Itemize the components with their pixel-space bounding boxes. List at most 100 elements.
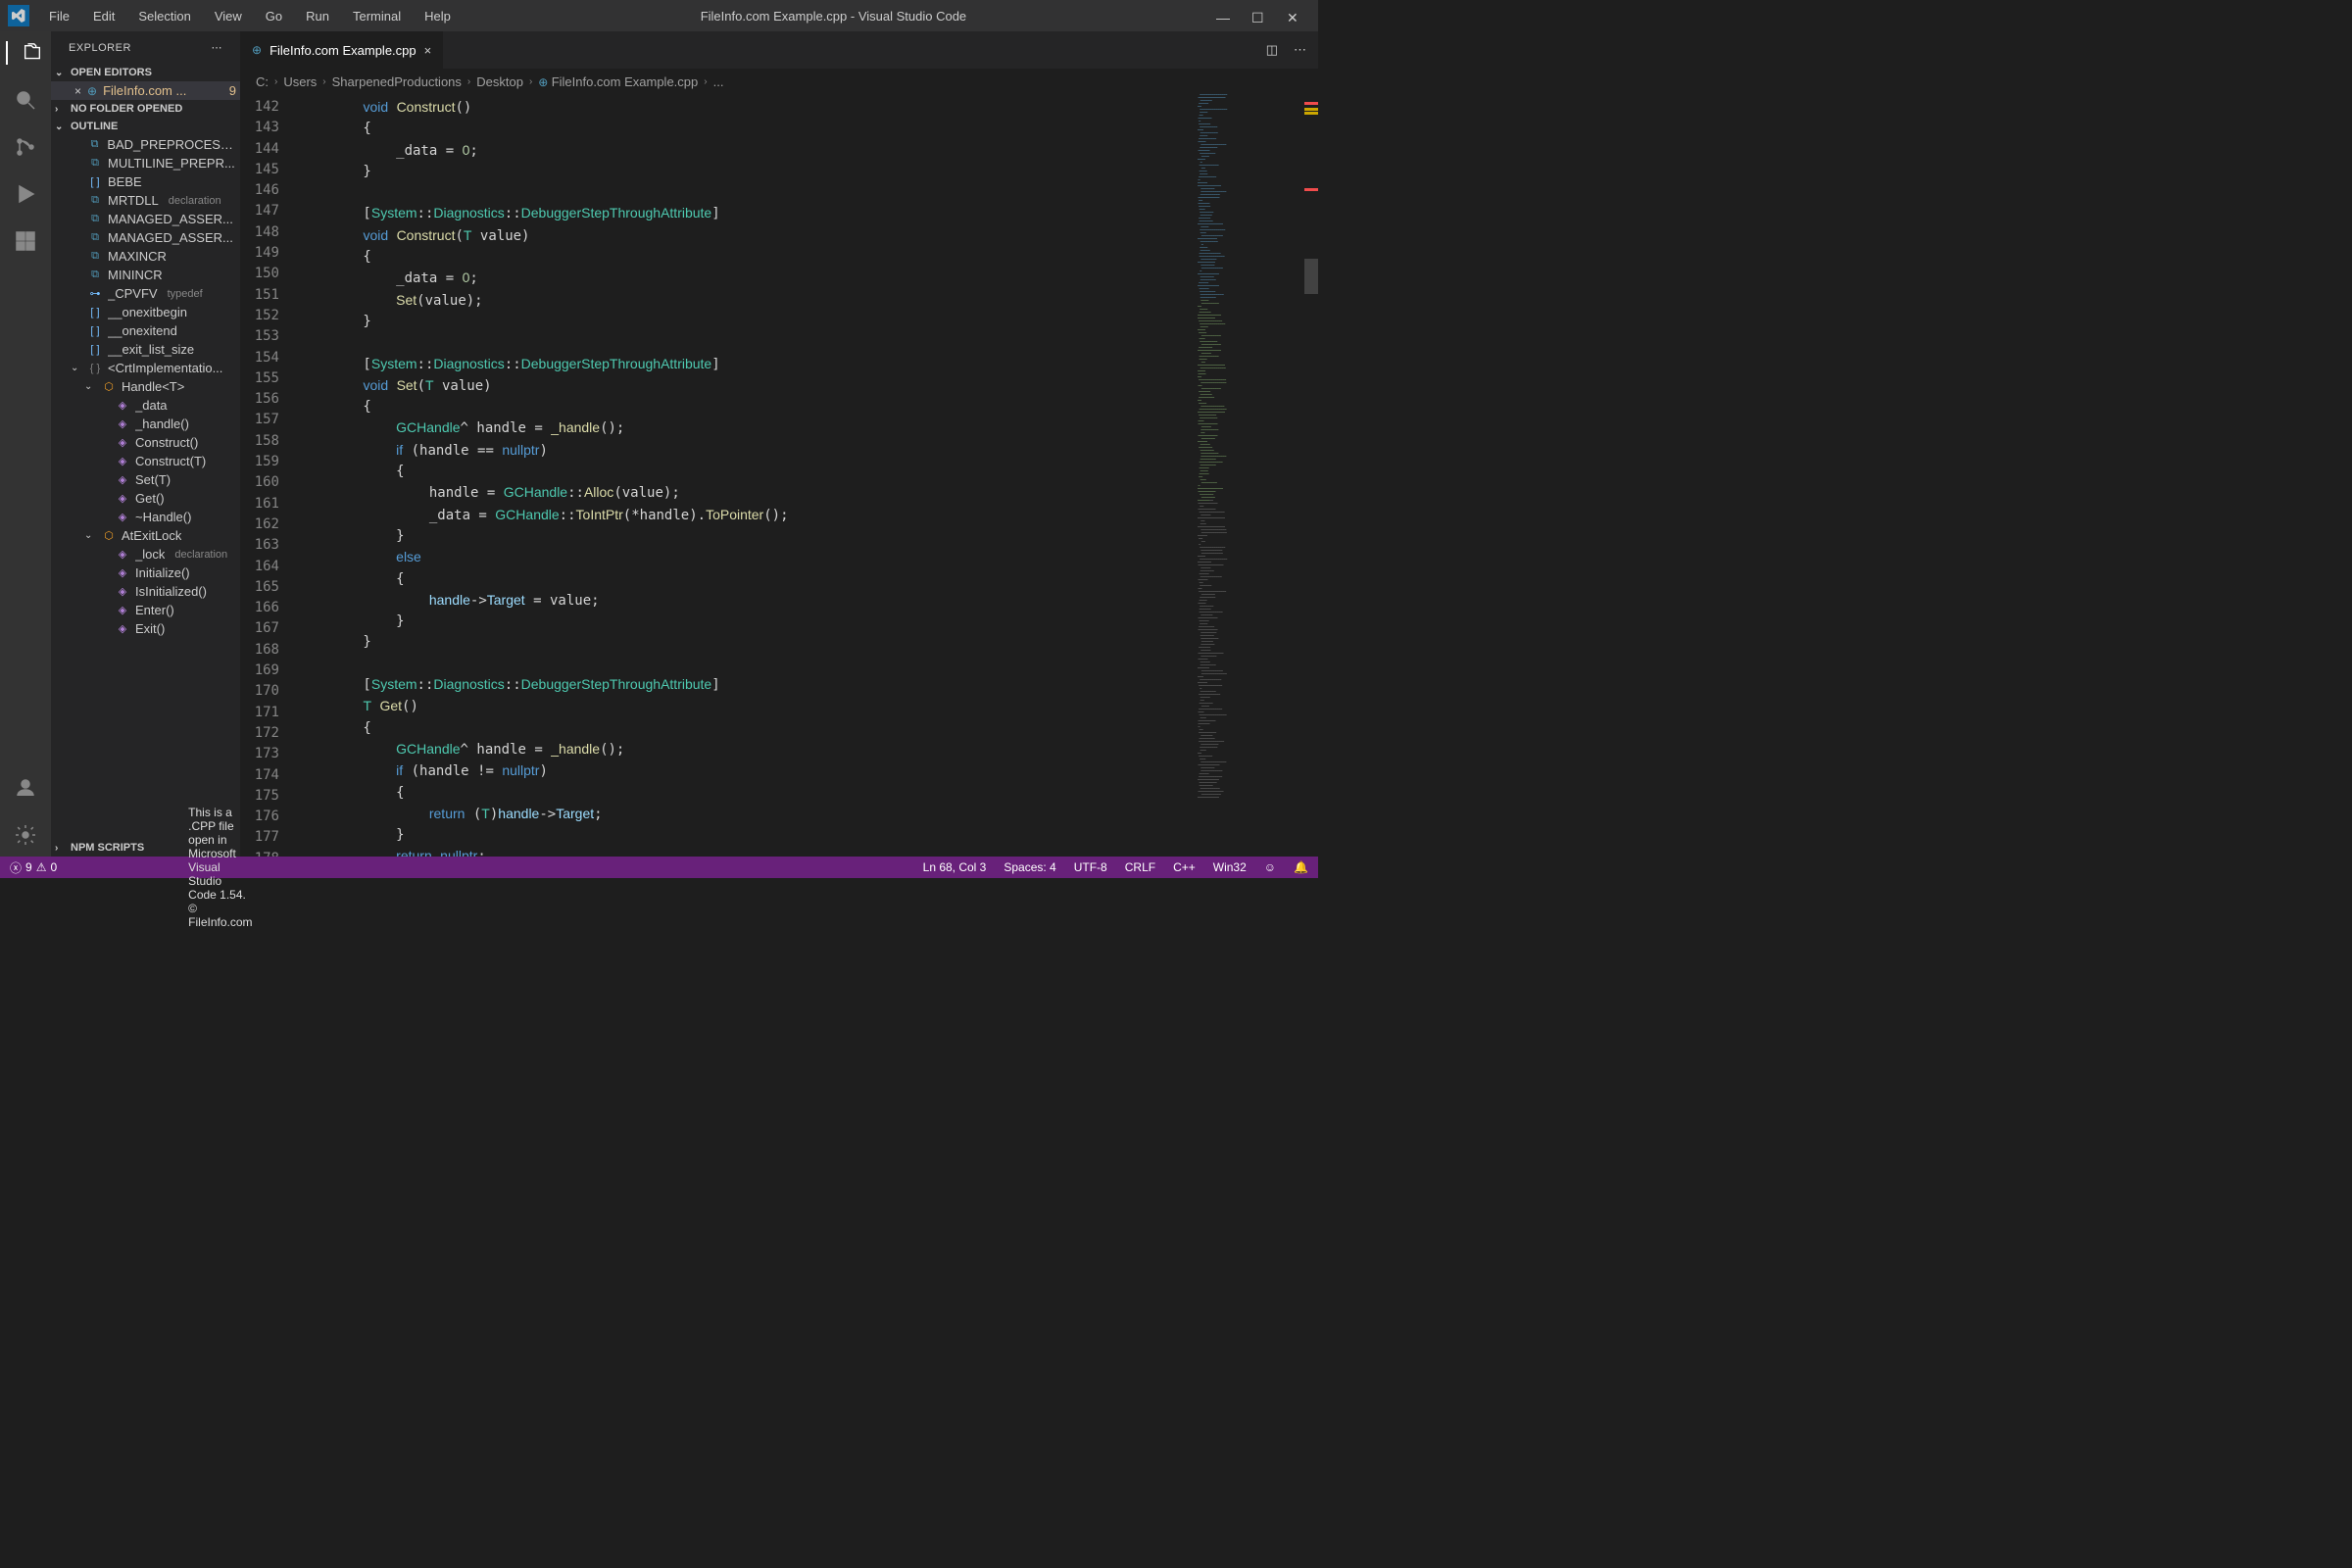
outline-item[interactable]: ◈~Handle() <box>51 508 240 526</box>
breadcrumb-item[interactable]: ⊕ FileInfo.com Example.cpp <box>538 74 698 89</box>
minimap-slider[interactable] <box>1304 259 1318 294</box>
sidebar: EXPLORER ⋯ ⌄OPEN EDITORS × ⊕ FileInfo.co… <box>51 31 240 857</box>
status-item[interactable]: Spaces: 4 <box>1004 860 1055 874</box>
meth-icon: ◈ <box>116 604 129 617</box>
run-debug-icon[interactable] <box>14 182 37 206</box>
settings-icon[interactable] <box>14 823 37 847</box>
status-item[interactable]: CRLF <box>1125 860 1155 874</box>
breadcrumb-item[interactable]: ... <box>713 74 724 89</box>
outline-item[interactable]: ⧉MANAGED_ASSER... <box>51 228 240 247</box>
outline-item[interactable]: ⊶_CPVFVtypedef <box>51 284 240 303</box>
outline-item[interactable]: ⌄⬡AtExitLock <box>51 526 240 545</box>
explorer-icon[interactable] <box>6 41 43 65</box>
outline-label: BEBE <box>108 174 142 189</box>
breadcrumb-item[interactable]: Desktop <box>476 74 523 89</box>
maximize-button[interactable]: ☐ <box>1251 10 1263 22</box>
outline-item[interactable]: ◈ IsInitialized() <box>51 582 240 601</box>
status-errors[interactable]: ⓧ9 ⚠0 <box>10 859 57 876</box>
outline-item[interactable]: ◈Construct(T) <box>51 452 240 470</box>
menu-terminal[interactable]: Terminal <box>341 5 413 27</box>
source-control-icon[interactable] <box>14 135 37 159</box>
meth-icon: ◈ <box>116 622 129 636</box>
status-item[interactable]: Ln 68, Col 3 <box>923 860 987 874</box>
status-message: This is a .CPP file open in Microsoft Vi… <box>188 806 252 929</box>
meth-icon: ◈ <box>116 585 129 599</box>
cpp-file-icon: ⊕ <box>252 43 262 57</box>
tab-close-icon[interactable]: × <box>424 43 432 58</box>
var-icon: [ ] <box>88 306 102 319</box>
outline-item[interactable]: [ ]__onexitbegin <box>51 303 240 321</box>
outline-item[interactable]: ⧉MRTDLLdeclaration <box>51 191 240 210</box>
outline-item[interactable]: ⧉MULTILINE_PREPR... <box>51 154 240 172</box>
outline-item[interactable]: ⧉BAD_PREPROCESS... <box>51 135 240 154</box>
def-icon: ⧉ <box>88 138 102 152</box>
split-editor-icon[interactable]: ◫ <box>1266 42 1278 58</box>
outline-item[interactable]: ⧉MININCR <box>51 266 240 284</box>
ns-icon: { } <box>88 362 102 375</box>
outline-item[interactable]: ◈Initialize() <box>51 564 240 582</box>
no-folder-header[interactable]: ›NO FOLDER OPENED <box>51 100 240 118</box>
open-editors-header[interactable]: ⌄OPEN EDITORS <box>51 64 240 81</box>
breadcrumb-item[interactable]: Users <box>283 74 317 89</box>
outline-item[interactable]: ⧉MAXINCR <box>51 247 240 266</box>
meth-icon: ◈ <box>116 399 129 413</box>
menu-view[interactable]: View <box>203 5 254 27</box>
menu-go[interactable]: Go <box>254 5 294 27</box>
breadcrumb-item[interactable]: C: <box>256 74 269 89</box>
outline-label: IsInitialized() <box>135 584 207 599</box>
search-icon[interactable] <box>14 88 37 112</box>
outline-label: _data <box>135 398 168 413</box>
outline-item[interactable]: ⧉ MANAGED_ASSER... <box>51 210 240 228</box>
status-item[interactable]: Win32 <box>1213 860 1247 874</box>
outline-item[interactable]: [ ] __onexitend <box>51 321 240 340</box>
line-gutter: 142 143 144 145 146 147 148 149 150 151 … <box>240 94 297 857</box>
outline-label: __onexitend <box>108 323 177 338</box>
outline-item[interactable]: ◈Exit() <box>51 619 240 638</box>
minimap[interactable]: ▬▬▬▬▬▬▬▬▬▬▬▬▬▬ ▬▬▬▬▬▬▬▬▬▬▬▬▬▬ ▬▬▬▬▬▬ ▬▬▬… <box>1193 94 1318 857</box>
var-icon: [ ] <box>88 324 102 338</box>
menu-file[interactable]: File <box>37 5 81 27</box>
accounts-icon[interactable] <box>14 776 37 800</box>
menu-help[interactable]: Help <box>413 5 463 27</box>
close-icon[interactable]: × <box>74 84 81 98</box>
breadcrumb[interactable]: C:›Users›SharpenedProductions›Desktop›⊕ … <box>240 69 1318 94</box>
menu-edit[interactable]: Edit <box>81 5 126 27</box>
notifications-icon[interactable]: 🔔 <box>1294 860 1308 874</box>
more-icon[interactable]: ⋯ <box>212 41 223 54</box>
outline-item[interactable]: ◈_handle() <box>51 415 240 433</box>
outline-item[interactable]: ⌄⬡Handle<T> <box>51 377 240 396</box>
def-icon: ⧉ <box>88 213 102 226</box>
minimize-button[interactable]: — <box>1216 10 1228 22</box>
status-item[interactable]: UTF-8 <box>1074 860 1107 874</box>
meth-icon: ◈ <box>116 548 129 562</box>
meth-icon: ◈ <box>116 436 129 450</box>
editor-area: ⊕ FileInfo.com Example.cpp × ◫ ⋯ C:›User… <box>240 31 1318 857</box>
outline-item[interactable]: ⌄{ }<CrtImplementatio... <box>51 359 240 377</box>
outline-item[interactable]: ◈Get() <box>51 489 240 508</box>
tab-active[interactable]: ⊕ FileInfo.com Example.cpp × <box>240 31 444 69</box>
def-icon: ⧉ <box>88 250 102 264</box>
outline-item[interactable]: ◈ _data <box>51 396 240 415</box>
outline-header[interactable]: ⌄OUTLINE <box>51 118 240 135</box>
outline-label: MANAGED_ASSER... <box>108 212 233 226</box>
outline-item[interactable]: ◈Set(T) <box>51 470 240 489</box>
editor-content[interactable]: void Construct() { _data = 0; } [System:… <box>297 94 1193 857</box>
open-editor-item[interactable]: × ⊕ FileInfo.com ... 9 <box>51 81 240 100</box>
tab-label: FileInfo.com Example.cpp <box>270 43 416 58</box>
outline-label: Construct() <box>135 435 198 450</box>
menu-run[interactable]: Run <box>294 5 341 27</box>
breadcrumb-item[interactable]: SharpenedProductions <box>332 74 462 89</box>
outline-item[interactable]: ◈Enter() <box>51 601 240 619</box>
outline-item[interactable]: [ ]BEBE <box>51 172 240 191</box>
status-item[interactable]: C++ <box>1173 860 1196 874</box>
outline-item[interactable]: [ ]__exit_list_size <box>51 340 240 359</box>
close-button[interactable]: ✕ <box>1287 10 1298 22</box>
outline-label: MININCR <box>108 268 163 282</box>
outline-item[interactable]: ◈ Construct() <box>51 433 240 452</box>
feedback-icon[interactable]: ☺ <box>1264 860 1276 874</box>
extensions-icon[interactable] <box>14 229 37 253</box>
menu-selection[interactable]: Selection <box>126 5 202 27</box>
outline-item[interactable]: ◈_lockdeclaration <box>51 545 240 564</box>
outline-label: __exit_list_size <box>108 342 194 357</box>
more-actions-icon[interactable]: ⋯ <box>1294 42 1306 58</box>
